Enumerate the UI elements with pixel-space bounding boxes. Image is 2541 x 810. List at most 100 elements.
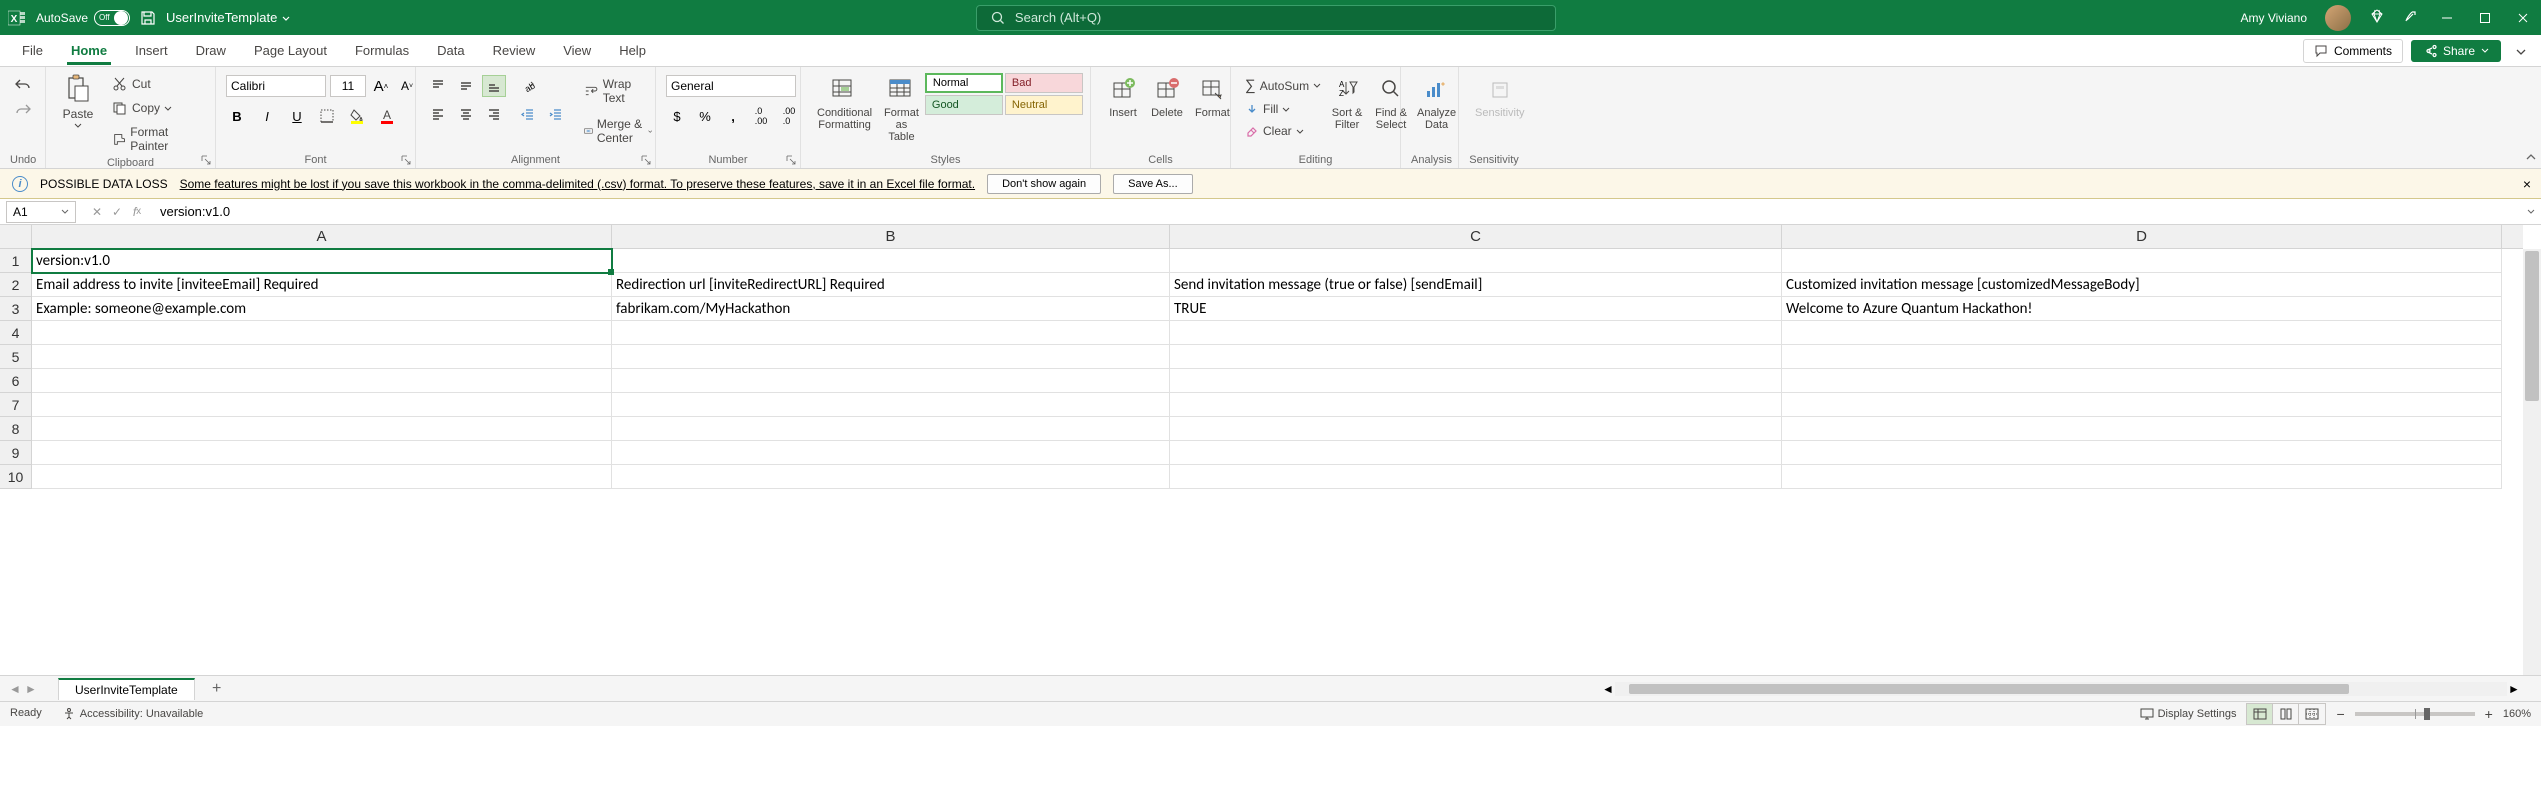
comma-format-button[interactable]: , [722, 105, 744, 127]
row-header-6[interactable]: 6 [0, 369, 32, 393]
cell-A6[interactable] [32, 369, 612, 393]
orientation-button[interactable]: ab [516, 75, 540, 97]
formula-bar[interactable]: version:v1.0 [152, 204, 2521, 219]
cell-A4[interactable] [32, 321, 612, 345]
tab-page-layout[interactable]: Page Layout [240, 37, 341, 64]
row-header-1[interactable]: 1 [0, 249, 32, 273]
align-left-button[interactable] [426, 103, 450, 125]
insert-cells-button[interactable]: Insert [1101, 71, 1145, 121]
cell-C6[interactable] [1170, 369, 1782, 393]
cell-A8[interactable] [32, 417, 612, 441]
cell-B1[interactable] [612, 249, 1170, 273]
cell-C3[interactable]: TRUE [1170, 297, 1782, 321]
cell-A5[interactable] [32, 345, 612, 369]
copy-button[interactable]: Copy [108, 99, 205, 117]
cell-D5[interactable] [1782, 345, 2502, 369]
delete-cells-button[interactable]: Delete [1145, 71, 1189, 121]
close-message-button[interactable]: × [2523, 176, 2531, 192]
cell-D7[interactable] [1782, 393, 2502, 417]
normal-view-button[interactable] [2247, 704, 2273, 724]
column-header-D[interactable]: D [1782, 225, 2502, 248]
undo-button[interactable] [13, 77, 33, 96]
save-as-button[interactable]: Save As... [1113, 174, 1193, 194]
row-header-9[interactable]: 9 [0, 441, 32, 465]
align-center-button[interactable] [454, 103, 478, 125]
insert-function-button[interactable]: fx [128, 203, 146, 221]
tab-home[interactable]: Home [57, 37, 121, 64]
expand-formula-button[interactable] [2521, 205, 2541, 219]
cell-B6[interactable] [612, 369, 1170, 393]
percent-format-button[interactable]: % [694, 105, 716, 127]
next-sheet-button[interactable]: ► [24, 682, 38, 696]
cell-B7[interactable] [612, 393, 1170, 417]
clipboard-dialog-launcher[interactable] [201, 154, 213, 166]
cell-style-normal[interactable]: Normal [925, 73, 1003, 93]
increase-font-button[interactable]: A˄ [370, 75, 392, 97]
cell-C10[interactable] [1170, 465, 1782, 489]
name-box[interactable]: A1 [6, 201, 76, 223]
align-top-button[interactable] [426, 75, 450, 97]
cell-A2[interactable]: Email address to invite [inviteeEmail] R… [32, 273, 612, 297]
accounting-format-button[interactable]: $ [666, 105, 688, 127]
cell-style-bad[interactable]: Bad [1005, 73, 1083, 93]
align-middle-button[interactable] [454, 75, 478, 97]
borders-button[interactable] [316, 105, 338, 127]
number-format-select[interactable] [666, 75, 796, 97]
format-painter-button[interactable]: Format Painter [108, 123, 205, 155]
paste-button[interactable]: Paste [56, 71, 100, 130]
cell-B3[interactable]: fabrikam.com/MyHackathon [612, 297, 1170, 321]
sort-filter-button[interactable]: AZ Sort & Filter [1325, 71, 1369, 133]
cell-B5[interactable] [612, 345, 1170, 369]
collapse-ribbon-button[interactable] [2525, 151, 2537, 166]
wrap-text-button[interactable]: Wrap Text [580, 75, 656, 107]
diamond-icon[interactable] [2369, 8, 2385, 27]
cell-D9[interactable] [1782, 441, 2502, 465]
vertical-scrollbar[interactable] [2523, 249, 2541, 675]
close-button[interactable] [2513, 8, 2533, 28]
cell-A1[interactable]: version:v1.0 [32, 249, 612, 273]
cell-B2[interactable]: Redirection url [inviteRedirectURL] Requ… [612, 273, 1170, 297]
conditional-formatting-button[interactable]: Conditional Formatting [811, 71, 878, 133]
maximize-button[interactable] [2475, 8, 2495, 28]
underline-button[interactable]: U [286, 105, 308, 127]
cell-A3[interactable]: Example: someone@example.com [32, 297, 612, 321]
tab-review[interactable]: Review [479, 37, 550, 64]
clear-button[interactable]: Clear [1241, 122, 1325, 140]
cell-C9[interactable] [1170, 441, 1782, 465]
fill-button[interactable]: Fill [1241, 100, 1325, 118]
cell-B4[interactable] [612, 321, 1170, 345]
font-color-button[interactable]: A [376, 105, 398, 127]
cell-C1[interactable] [1170, 249, 1782, 273]
align-bottom-button[interactable] [482, 75, 506, 97]
search-input[interactable]: Search (Alt+Q) [976, 5, 1556, 31]
zoom-slider[interactable] [2355, 712, 2475, 716]
row-header-3[interactable]: 3 [0, 297, 32, 321]
cell-D10[interactable] [1782, 465, 2502, 489]
font-name-select[interactable] [226, 75, 326, 97]
horizontal-scrollbar[interactable]: ◄ ► [1601, 682, 2521, 696]
cell-D8[interactable] [1782, 417, 2502, 441]
cell-D2[interactable]: Customized invitation message [customize… [1782, 273, 2502, 297]
dont-show-again-button[interactable]: Don't show again [987, 174, 1101, 194]
format-as-table-button[interactable]: Format as Table [878, 71, 925, 145]
cell-B10[interactable] [612, 465, 1170, 489]
cut-button[interactable]: Cut [108, 75, 205, 93]
tab-view[interactable]: View [549, 37, 605, 64]
accessibility-status[interactable]: Accessibility: Unavailable [62, 707, 204, 721]
cell-D3[interactable]: Welcome to Azure Quantum Hackathon! [1782, 297, 2502, 321]
number-dialog-launcher[interactable] [786, 154, 798, 166]
tab-draw[interactable]: Draw [182, 37, 240, 64]
zoom-out-button[interactable]: − [2336, 706, 2344, 722]
tab-help[interactable]: Help [605, 37, 660, 64]
comments-button[interactable]: Comments [2303, 39, 2403, 63]
sheet-tab-active[interactable]: UserInviteTemplate [58, 678, 195, 700]
save-button[interactable] [140, 10, 156, 26]
enter-formula-button[interactable]: ✓ [108, 203, 126, 221]
redo-button[interactable] [13, 102, 33, 121]
font-dialog-launcher[interactable] [401, 154, 413, 166]
autosum-button[interactable]: ∑AutoSum [1241, 75, 1325, 96]
cancel-formula-button[interactable]: ✕ [88, 203, 106, 221]
row-header-4[interactable]: 4 [0, 321, 32, 345]
format-cells-button[interactable]: Format [1189, 71, 1236, 121]
message-text[interactable]: Some features might be lost if you save … [180, 177, 975, 191]
